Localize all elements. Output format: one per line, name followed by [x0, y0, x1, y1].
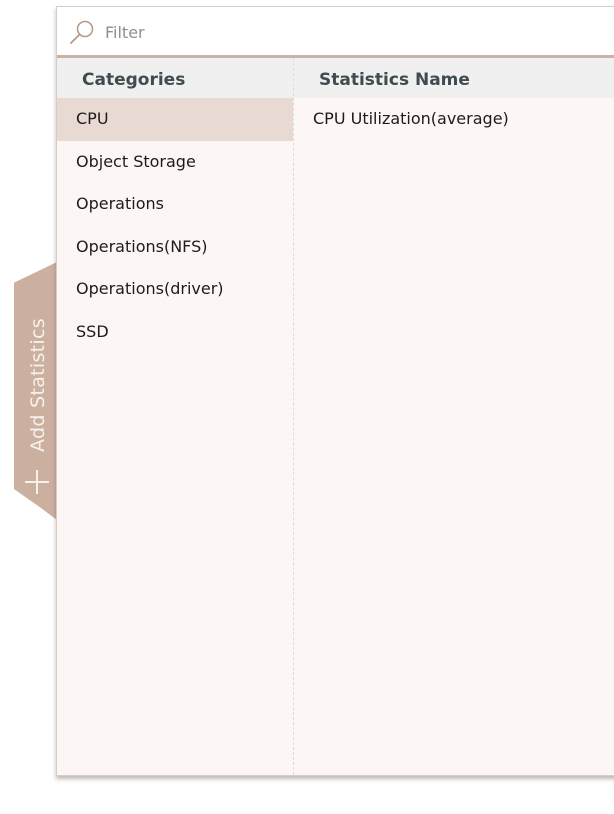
category-item-operations-nfs[interactable]: Operations(NFS) — [57, 226, 293, 269]
category-list: CPU Object Storage Operations Operations… — [57, 98, 293, 353]
statistics-name-header: Statistics Name — [319, 70, 470, 90]
category-item-operations[interactable]: Operations — [57, 183, 293, 226]
search-icon — [70, 20, 94, 44]
category-item-ssd[interactable]: SSD — [57, 311, 293, 354]
category-item-operations-driver[interactable]: Operations(driver) — [57, 268, 293, 311]
filter-input[interactable] — [105, 17, 605, 47]
column-divider — [293, 58, 294, 775]
statistic-item-cpu-utilization-average[interactable]: CPU Utilization(average) — [294, 98, 614, 140]
statistics-picker-panel: Categories Statistics Name CPU Object St… — [56, 6, 614, 776]
categories-header: Categories — [82, 70, 186, 90]
plus-icon[interactable] — [24, 469, 50, 495]
category-item-object-storage[interactable]: Object Storage — [57, 141, 293, 184]
category-item-cpu[interactable]: CPU — [57, 98, 293, 141]
filter-bar — [57, 7, 614, 58]
statistics-list: CPU Utilization(average) — [294, 98, 614, 140]
column-header-row: Categories Statistics Name — [57, 58, 614, 98]
